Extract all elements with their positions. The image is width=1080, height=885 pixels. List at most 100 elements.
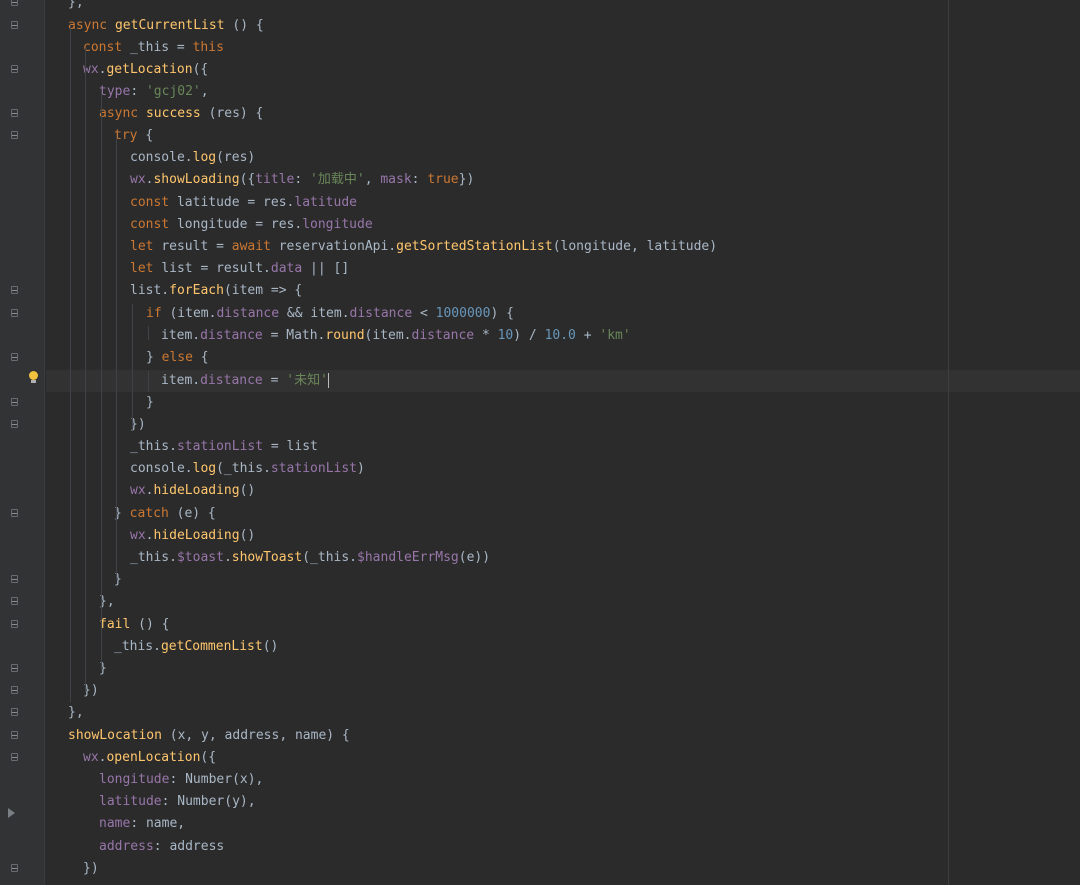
code-line[interactable]: const longitude = res.longitude <box>130 214 373 236</box>
editor-gutter[interactable] <box>0 0 45 885</box>
code-token: getSortedStationList <box>396 239 553 254</box>
fold-marker-icon[interactable] <box>10 686 19 696</box>
fold-marker-icon[interactable] <box>10 753 19 763</box>
fold-marker-icon[interactable] <box>10 664 19 674</box>
code-line[interactable]: _this.$toast.showToast(_this.$handleErrM… <box>130 547 490 569</box>
code-token: catch <box>129 506 177 521</box>
code-token: _this. <box>114 639 161 654</box>
code-token: || [] <box>302 261 350 276</box>
code-token: _this. <box>130 550 177 565</box>
code-line[interactable]: wx.getLocation({ <box>83 59 208 81</box>
fold-marker-icon[interactable] <box>10 286 19 296</box>
code-token: $toast <box>176 550 224 565</box>
code-token: distance <box>200 373 263 388</box>
code-token: data <box>270 261 303 276</box>
code-token: showLoading <box>153 172 240 187</box>
fold-marker-icon[interactable] <box>10 309 19 319</box>
code-line[interactable]: wx.hideLoading() <box>130 480 255 502</box>
code-token: hideLoading <box>153 483 240 498</box>
fold-marker-icon[interactable] <box>10 21 19 31</box>
code-line[interactable]: const latitude = res.latitude <box>130 192 357 214</box>
fold-marker-icon[interactable] <box>10 597 19 607</box>
code-token: forEach <box>169 283 224 298</box>
fold-marker-icon[interactable] <box>10 353 19 363</box>
code-token: (_this. <box>302 550 358 565</box>
fold-marker-icon[interactable] <box>10 708 19 718</box>
code-line[interactable]: let result = await reservationApi.getSor… <box>130 236 717 258</box>
fold-marker-icon[interactable] <box>10 575 19 585</box>
code-token: showToast <box>231 550 303 565</box>
code-line[interactable]: item.distance = Math.round(item.distance… <box>161 325 631 347</box>
code-line[interactable]: wx.hideLoading() <box>130 525 255 547</box>
code-token: fail <box>99 617 131 632</box>
code-line[interactable]: }) <box>83 858 99 880</box>
code-line[interactable]: async success (res) { <box>99 103 263 125</box>
fold-marker-icon[interactable] <box>10 65 19 75</box>
fold-marker-icon[interactable] <box>10 109 19 119</box>
code-area[interactable]: }, async getCurrentList () {const _this =… <box>46 0 1080 885</box>
fold-marker-icon[interactable] <box>10 864 19 874</box>
code-line[interactable]: if (item.distance && item.distance < 100… <box>146 303 514 325</box>
code-token: latitude = res. <box>176 195 295 210</box>
code-line[interactable]: latitude: Number(y), <box>99 791 256 813</box>
code-token: else <box>161 350 201 365</box>
code-token: ({ <box>239 172 256 187</box>
code-line[interactable]: fail () { <box>99 614 169 636</box>
code-line[interactable]: }, <box>68 702 84 724</box>
code-token: log <box>192 150 217 165</box>
code-token: . <box>223 550 232 565</box>
code-token: { <box>145 128 154 143</box>
fold-marker-icon[interactable] <box>10 131 19 141</box>
code-token: }, <box>68 705 84 720</box>
code-line[interactable]: console.log(_this.stationList) <box>130 458 365 480</box>
code-token: } <box>146 395 154 410</box>
fold-arrow-icon[interactable] <box>8 808 15 818</box>
code-line[interactable]: }, <box>68 0 84 14</box>
code-line[interactable]: async getCurrentList () { <box>68 15 264 37</box>
code-token: const <box>83 40 130 55</box>
fold-marker-icon[interactable] <box>10 420 19 430</box>
code-token: true <box>427 172 459 187</box>
code-token: : name, <box>130 816 186 831</box>
code-token: if <box>146 306 170 321</box>
lightbulb-icon[interactable] <box>28 371 39 384</box>
code-token: : <box>294 172 311 187</box>
code-line[interactable]: const _this = this <box>83 37 224 59</box>
indent-guide <box>116 136 117 580</box>
code-line[interactable]: longitude: Number(x), <box>99 769 263 791</box>
code-line[interactable]: wx.openLocation({ <box>83 747 216 769</box>
code-line[interactable]: wx.showLoading({title: '加载中', mask: true… <box>130 169 474 191</box>
indent-guide <box>148 326 149 340</box>
code-line[interactable]: _this.stationList = list <box>130 436 318 458</box>
code-line[interactable]: } else { <box>146 347 209 369</box>
code-token: hideLoading <box>153 528 240 543</box>
code-token: await <box>231 239 279 254</box>
code-line[interactable]: console.log(res) <box>130 147 255 169</box>
code-line[interactable]: let list = result.data || [] <box>130 258 349 280</box>
code-token: (x, y, address, name) { <box>161 728 350 743</box>
code-token: getCommenList <box>160 639 263 654</box>
code-token: : <box>130 84 146 99</box>
fold-marker-icon[interactable] <box>10 0 19 8</box>
code-token: let <box>130 261 162 276</box>
code-editor[interactable]: }, async getCurrentList () {const _this =… <box>0 0 1080 885</box>
code-line[interactable]: try { <box>114 125 153 147</box>
fold-marker-icon[interactable] <box>10 731 19 741</box>
code-line[interactable]: showLocation (x, y, address, name) { <box>68 725 350 747</box>
fold-marker-icon[interactable] <box>10 620 19 630</box>
code-line[interactable]: _this.getCommenList() <box>114 636 278 658</box>
code-line[interactable]: list.forEach(item => { <box>130 280 302 302</box>
code-token: item. <box>161 328 201 343</box>
code-line[interactable]: type: 'gcj02', <box>99 81 209 103</box>
code-line[interactable]: } <box>146 392 154 414</box>
fold-marker-icon[interactable] <box>10 509 19 519</box>
code-token: }) <box>458 172 475 187</box>
fold-marker-icon[interactable] <box>10 398 19 408</box>
code-line[interactable]: address: address <box>99 836 224 858</box>
code-token: (res) { <box>200 106 264 121</box>
code-line[interactable]: name: name, <box>99 813 185 835</box>
code-line[interactable]: } catch (e) { <box>114 503 216 525</box>
code-line[interactable]: item.distance = '未知' <box>161 370 329 392</box>
code-token: name <box>99 816 131 831</box>
code-token: try <box>114 128 146 143</box>
